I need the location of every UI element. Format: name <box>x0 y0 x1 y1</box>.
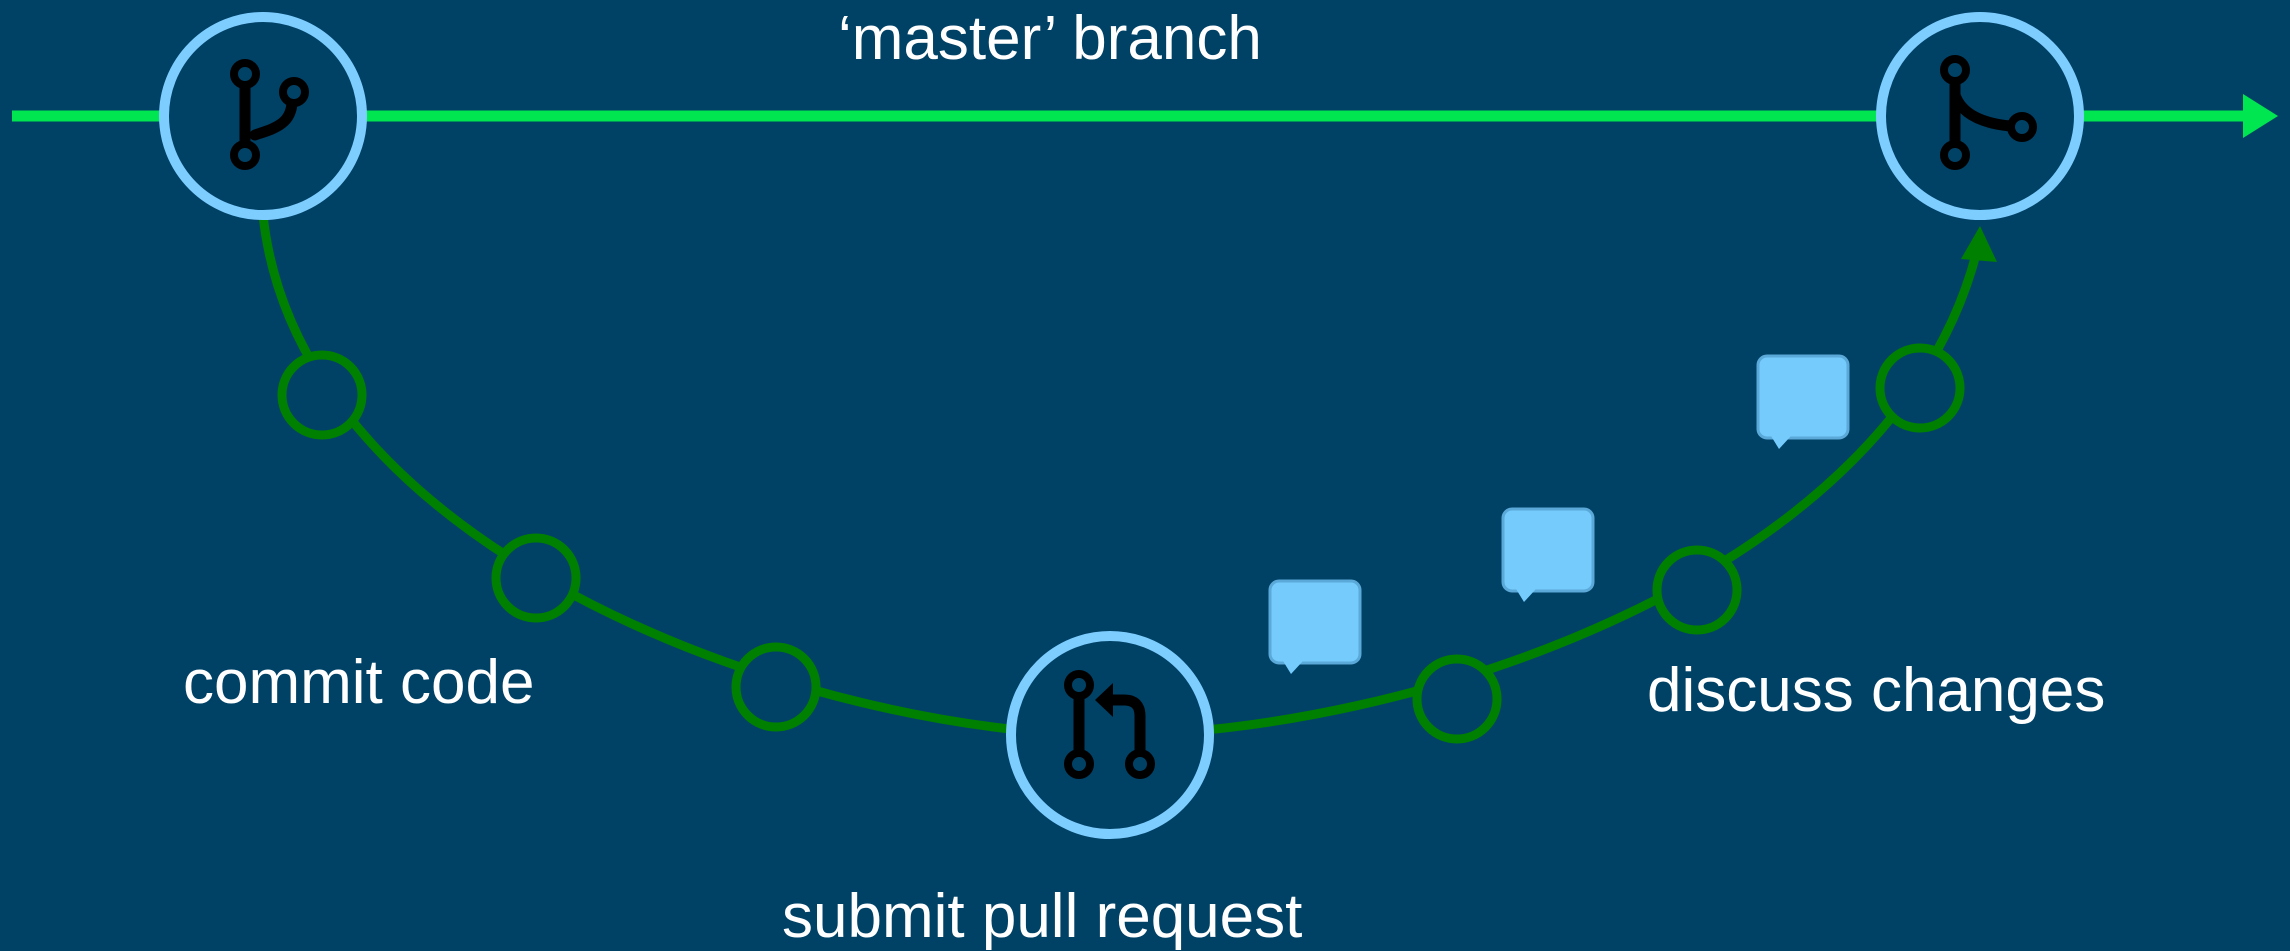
commit-node <box>1412 654 1502 744</box>
feature-branch-arrowhead <box>1961 226 1997 262</box>
merge-node <box>1876 12 2084 220</box>
commit-node <box>1875 343 1965 433</box>
discuss-changes-label: discuss changes <box>1647 656 2106 725</box>
comment-bubble-icon <box>1501 507 1595 602</box>
master-branch-label: ‘master’ branch <box>838 4 1262 73</box>
branch-node <box>159 12 367 220</box>
commit-node <box>491 533 581 623</box>
pull-request-node <box>1006 631 1214 839</box>
commit-code-label: commit code <box>183 648 535 717</box>
commit-node <box>731 642 821 732</box>
master-branch-arrowhead <box>2243 94 2278 138</box>
comment-bubble-icon <box>1756 354 1850 449</box>
comment-bubble-icon <box>1268 579 1362 674</box>
github-flow-diagram <box>12 12 2278 839</box>
commit-node <box>277 350 367 440</box>
submit-pull-request-label: submit pull request <box>782 882 1303 951</box>
commit-node <box>1652 545 1742 635</box>
